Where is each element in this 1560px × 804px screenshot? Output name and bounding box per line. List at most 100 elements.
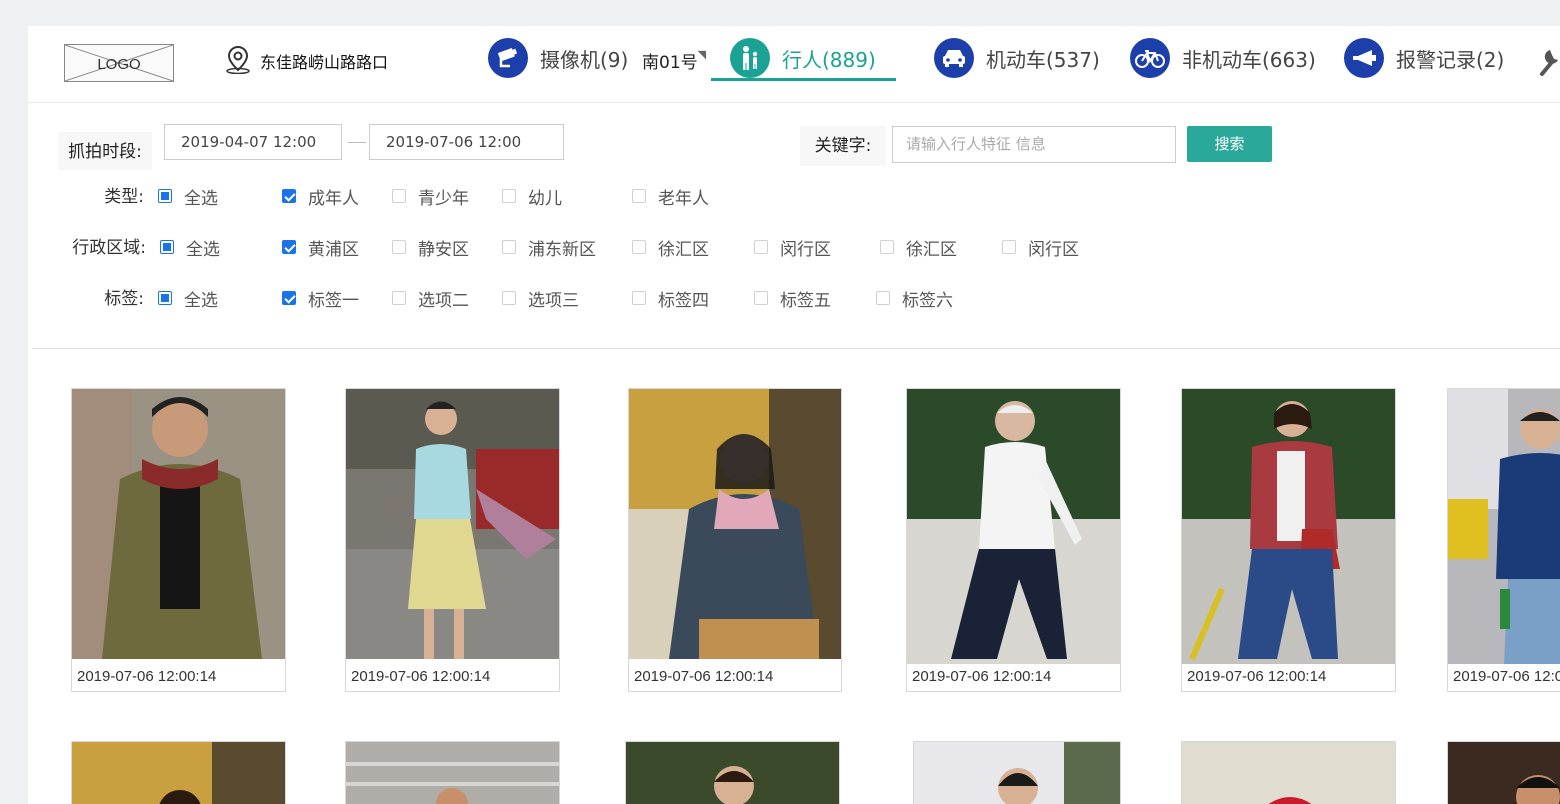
location-indicator[interactable]: 东佳路崂山路路口 [224,44,389,78]
region-option[interactable]: 闵行区 [1002,236,1079,260]
checkbox[interactable] [632,291,646,305]
type-row-label: 类型: [104,187,144,207]
checkbox[interactable] [392,291,406,305]
capture-timestamp: 2019-07-06 12:00:14 [634,668,774,685]
camera-select[interactable]: 南01号◥ [642,48,706,73]
checkbox[interactable] [754,240,768,254]
location-pin-icon [224,44,252,78]
option-label: 选项三 [528,290,579,311]
checkbox[interactable] [754,291,768,305]
car-icon [934,38,974,78]
checkbox[interactable] [502,240,516,254]
tag-option[interactable]: 标签一 [282,287,359,311]
checkbox[interactable] [632,189,646,203]
checkbox[interactable] [880,240,894,254]
keyword-input[interactable]: 请输入行人特征 信息 [892,126,1176,163]
capture-time-label: 抓拍时段: [58,132,152,170]
option-label: 青少年 [418,188,469,209]
pedestrian-photo [1448,742,1560,804]
capture-card[interactable] [1181,741,1396,804]
region-option[interactable]: 全选 [160,236,220,260]
capture-card[interactable]: 2019-07-06 12:00:14 [1181,388,1396,692]
tag-option[interactable]: 选项三 [502,287,579,311]
logo: LOGO [64,44,174,82]
capture-card[interactable] [345,741,560,804]
checkbox-indeterminate[interactable] [160,240,174,254]
option-label: 标签四 [658,290,709,311]
option-label: 老年人 [658,188,709,209]
nav-pedestrian[interactable]: 行人(889) [730,38,876,78]
capture-card[interactable] [1447,741,1560,804]
checkbox-checked[interactable] [282,240,296,254]
pedestrian-photo [626,742,839,804]
option-label: 标签五 [780,290,831,311]
capture-card[interactable] [71,741,286,804]
nav-non-motor[interactable]: 非机动车(663) [1130,38,1316,78]
tag-option[interactable]: 标签六 [876,287,953,311]
capture-card[interactable]: 2019-07-06 12:00:14 [906,388,1121,692]
checkbox[interactable] [1002,240,1016,254]
camera-icon [488,38,528,78]
region-option[interactable]: 黄浦区 [282,236,359,260]
nav-alarm-label: 报警记录(2) [1396,47,1505,72]
pedestrian-photo [1448,389,1560,664]
capture-card[interactable]: 2019-07-06 12:00:14 [71,388,286,692]
option-label: 幼儿 [528,188,562,209]
type-option[interactable]: 老年人 [632,185,709,209]
option-label: 标签六 [902,290,953,311]
checkbox-indeterminate[interactable] [158,189,172,203]
nav-camera[interactable]: 摄像机(9) [488,38,628,78]
checkbox[interactable] [392,189,406,203]
region-option[interactable]: 浦东新区 [502,236,596,260]
nav-alarm[interactable]: 报警记录(2) [1344,38,1504,78]
tag-option[interactable]: 选项二 [392,287,469,311]
pedestrian-photo [72,389,285,659]
option-label: 黄浦区 [308,239,359,260]
option-label: 全选 [184,290,218,311]
pedestrian-icon [730,38,770,78]
filter-divider [32,348,1560,349]
start-date-input[interactable]: 2019-04-07 12:00 [164,124,342,160]
capture-timestamp: 2019-07-06 12:00:14 [912,668,1052,685]
tag-option[interactable]: 标签五 [754,287,831,311]
type-option[interactable]: 幼儿 [502,185,562,209]
tag-option[interactable]: 标签四 [632,287,709,311]
type-option[interactable]: 成年人 [282,185,359,209]
type-option[interactable]: 青少年 [392,185,469,209]
checkbox[interactable] [392,240,406,254]
checkbox[interactable] [632,240,646,254]
location-name: 东佳路崂山路路口 [260,53,389,72]
capture-timestamp: 2019-07-06 12:00:14 [1187,668,1327,685]
capture-card[interactable]: 2019-07-06 12:00:14 [345,388,560,692]
checkbox[interactable] [876,291,890,305]
checkbox[interactable] [502,291,516,305]
checkbox-checked[interactable] [282,189,296,203]
end-date-input[interactable]: 2019-07-06 12:00 [369,124,564,160]
capture-card[interactable]: 2019-07-06 12:00:14 [1447,388,1560,692]
region-option[interactable]: 徐汇区 [632,236,709,260]
checkbox-indeterminate[interactable] [158,291,172,305]
search-button[interactable]: 搜索 [1187,126,1272,162]
wrench-icon[interactable] [1536,44,1560,84]
capture-card[interactable]: 2019-07-06 12:00:14 [628,388,842,692]
bicycle-icon [1130,38,1170,78]
capture-card[interactable] [913,741,1121,804]
option-label: 全选 [186,239,220,260]
tag-option[interactable]: 全选 [158,287,218,311]
checkbox[interactable] [502,189,516,203]
nav-vehicle[interactable]: 机动车(537) [934,38,1100,78]
pedestrian-photo [1182,742,1395,804]
region-row-label: 行政区域: [72,238,146,258]
type-option[interactable]: 全选 [158,185,218,209]
region-option[interactable]: 闵行区 [754,236,831,260]
capture-timestamp: 2019-07-06 12:00:14 [351,668,491,685]
pedestrian-photo [72,742,285,804]
checkbox-checked[interactable] [282,291,296,305]
region-option[interactable]: 徐汇区 [880,236,957,260]
nav-pedestrian-label: 行人(889) [782,47,876,72]
top-nav-bar: LOGO 东佳路崂山路路口 摄像机(9) 南01号◥ 行人(889) 机动车(5… [28,26,1560,103]
option-label: 闵行区 [780,239,831,260]
capture-card[interactable] [625,741,840,804]
active-tab-indicator [711,78,896,81]
region-option[interactable]: 静安区 [392,236,469,260]
